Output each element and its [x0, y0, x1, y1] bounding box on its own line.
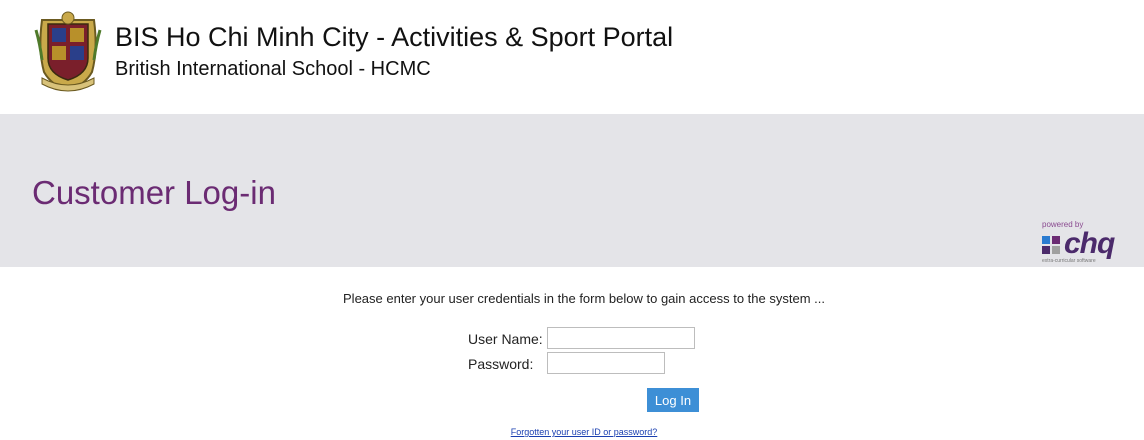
password-label: Password: — [468, 356, 534, 372]
login-form: Please enter your user credentials in th… — [0, 267, 1144, 440]
login-instructions: Please enter your user credentials in th… — [343, 291, 825, 306]
username-label: User Name: — [468, 331, 543, 347]
site-title: BIS Ho Chi Minh City - Activities & Spor… — [115, 22, 674, 52]
title-banner: Customer Log-in powered by chq extra-cur… — [0, 114, 1144, 267]
chq-brand: chq — [1064, 227, 1115, 260]
username-input[interactable] — [547, 327, 695, 349]
site-header: BIS Ho Chi Minh City - Activities & Spor… — [0, 0, 1144, 114]
site-subtitle: British International School - HCMC — [115, 58, 431, 80]
school-crest-icon — [34, 11, 102, 92]
forgot-credentials-link[interactable]: Forgotten your user ID or password? — [0, 427, 1144, 437]
powered-by-logo: powered by chq extra-curricular software — [1040, 220, 1140, 266]
page-title: Customer Log-in — [32, 174, 276, 211]
login-button[interactable]: Log In — [647, 388, 699, 412]
chq-logo-icon — [1042, 236, 1060, 254]
password-input[interactable] — [547, 352, 665, 374]
chq-tagline: extra-curricular software — [1042, 258, 1096, 264]
